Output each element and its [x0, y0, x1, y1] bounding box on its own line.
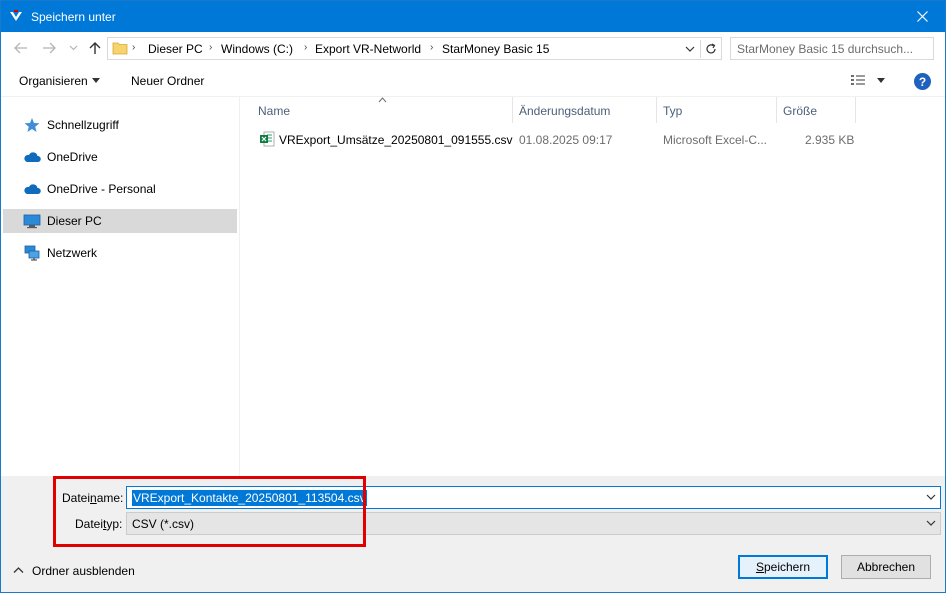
sidebar-item-label: Dieser PC — [47, 214, 102, 228]
close-button[interactable] — [899, 1, 945, 32]
column-separator[interactable] — [512, 97, 513, 123]
folder-icon — [112, 42, 128, 55]
sidebar-item-network[interactable]: Netzwerk — [3, 241, 237, 265]
network-icon — [24, 245, 40, 261]
hide-folders-label: Ordner ausblenden — [32, 564, 135, 578]
caret-down-icon[interactable] — [877, 78, 885, 83]
breadcrumb-separator: › — [132, 42, 136, 53]
caret-down-icon — [92, 78, 100, 83]
command-bar: Organisieren Neuer Ordner ? — [1, 65, 945, 97]
cloud-icon — [24, 152, 41, 162]
navigation-bar: › Dieser PC › Windows (C:) › Export VR-N… — [1, 32, 945, 65]
chevron-down-icon — [685, 46, 695, 52]
file-size: 2.935 KB — [805, 133, 855, 147]
highlight-rectangle — [53, 476, 366, 547]
forward-button[interactable] — [40, 39, 58, 57]
help-button[interactable]: ? — [914, 73, 931, 90]
address-history-button[interactable] — [682, 41, 698, 57]
sidebar-item-this-pc[interactable]: Dieser PC — [3, 209, 237, 233]
sidebar-item-label: OneDrive - Personal — [47, 182, 156, 196]
column-header-name[interactable]: Name — [258, 97, 290, 123]
sort-ascending-icon — [378, 97, 387, 103]
arrow-right-icon — [43, 42, 56, 54]
column-separator[interactable] — [776, 97, 777, 123]
refresh-icon — [705, 43, 716, 54]
sidebar-item-onedrive[interactable]: OneDrive — [3, 145, 237, 169]
sidebar-item-label: Netzwerk — [47, 246, 98, 260]
column-header-size[interactable]: Größe — [783, 97, 817, 123]
save-as-dialog: Speichern unter › Dieser PC › Windows (C… — [0, 0, 946, 593]
cloud-icon — [24, 184, 41, 194]
organize-button[interactable]: Organisieren — [19, 74, 88, 88]
sidebar-item-label: OneDrive — [47, 150, 98, 164]
file-type: Microsoft Excel-C... — [663, 133, 768, 147]
search-input[interactable]: StarMoney Basic 15 durchsuch... — [730, 37, 934, 60]
chevron-up-icon — [13, 567, 24, 573]
column-separator[interactable] — [855, 97, 856, 123]
back-button[interactable] — [12, 39, 30, 57]
file-list: Name Änderungsdatum Typ Größe VRExport_U… — [240, 97, 945, 476]
excel-csv-icon — [260, 131, 275, 147]
breadcrumb-separator: › — [304, 42, 308, 53]
breadcrumb-export-folder[interactable]: Export VR-Networld — [315, 42, 421, 56]
app-icon — [10, 10, 22, 21]
title-bar: Speichern unter — [1, 1, 945, 32]
column-header-type[interactable]: Typ — [663, 97, 682, 123]
window-title: Speichern unter — [31, 10, 116, 24]
breadcrumb-starmoney[interactable]: StarMoney Basic 15 — [442, 42, 549, 56]
breadcrumb-windows-c[interactable]: Windows (C:) — [221, 42, 293, 56]
save-button[interactable]: Speichern — [738, 555, 828, 579]
breadcrumb-separator: › — [209, 42, 213, 53]
arrow-up-icon — [89, 42, 101, 54]
up-button[interactable] — [86, 39, 104, 57]
sidebar-item-onedrive-personal[interactable]: OneDrive - Personal — [3, 177, 237, 201]
address-bar[interactable]: › Dieser PC › Windows (C:) › Export VR-N… — [107, 37, 722, 60]
view-details-icon[interactable] — [850, 74, 866, 88]
chevron-down-icon[interactable] — [925, 491, 937, 503]
computer-icon — [23, 214, 41, 229]
navigation-pane: Schnellzugriff OneDrive OneDrive - Perso… — [1, 97, 238, 476]
new-folder-button[interactable]: Neuer Ordner — [131, 74, 204, 88]
breadcrumb-this-pc[interactable]: Dieser PC — [148, 42, 203, 56]
recent-locations-button[interactable] — [64, 39, 82, 57]
sidebar-item-quick-access[interactable]: Schnellzugriff — [3, 113, 237, 137]
column-header-date[interactable]: Änderungsdatum — [519, 97, 610, 123]
file-date: 01.08.2025 09:17 — [519, 133, 613, 147]
star-icon — [24, 118, 40, 132]
refresh-button[interactable] — [700, 40, 720, 58]
sidebar-item-label: Schnellzugriff — [47, 118, 119, 132]
file-row[interactable]: VRExport_Umsätze_20250801_091555.csv 01.… — [240, 127, 945, 151]
save-options-panel: Dateiname: VRExport_Kontakte_20250801_11… — [1, 476, 945, 592]
arrow-left-icon — [14, 42, 27, 54]
file-name[interactable]: VRExport_Umsätze_20250801_091555.csv — [279, 133, 512, 147]
chevron-down-icon — [69, 45, 77, 51]
chevron-down-icon — [926, 520, 936, 526]
column-separator[interactable] — [656, 97, 657, 123]
cancel-button[interactable]: Abbrechen — [841, 555, 931, 579]
breadcrumb-separator: › — [430, 42, 434, 53]
close-icon — [916, 11, 928, 22]
